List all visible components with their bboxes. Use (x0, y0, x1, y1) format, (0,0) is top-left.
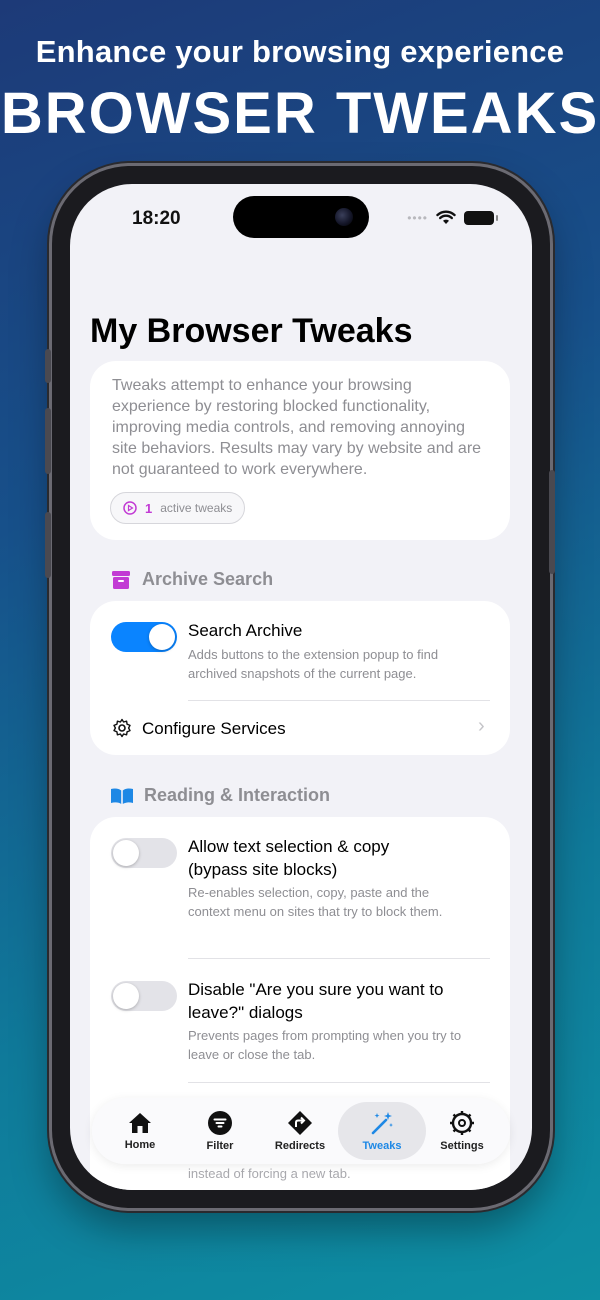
configure-services-row[interactable]: Configure Services › (90, 701, 510, 755)
tab-bar: Home Filter Redirects Tweaks Settings (92, 1098, 510, 1164)
chevron-right-icon: › (478, 715, 485, 737)
section-title-reading: Reading & Interaction (144, 785, 331, 805)
filter-icon (208, 1111, 232, 1135)
tab-filter[interactable]: Filter (178, 1098, 262, 1164)
page-title: My Browser Tweaks (90, 312, 413, 350)
leave-dialogs-toggle[interactable] (111, 981, 177, 1011)
next-item-partial-description: instead of forcing a new tab. (188, 1166, 351, 1181)
book-icon (111, 788, 133, 804)
active-tweaks-badge: 1 active tweaks (110, 492, 246, 524)
divider (188, 958, 490, 959)
tab-tweaks[interactable]: Tweaks (340, 1098, 424, 1164)
tab-home[interactable]: Home (98, 1098, 182, 1164)
phone-volume-down (45, 512, 51, 578)
redirect-arrow-icon (288, 1111, 312, 1135)
section-header-archive: Archive Search (110, 569, 273, 590)
house-icon (129, 1113, 151, 1133)
dynamic-island (233, 196, 369, 238)
text-selection-description: Re-enables selection, copy, paste and th… (188, 885, 443, 919)
tab-redirects[interactable]: Redirects (258, 1098, 342, 1164)
status-time: 18:20 (132, 208, 181, 229)
leave-dialogs-description: Prevents pages from prompting when you t… (188, 1028, 462, 1062)
cellular-icon: •••• (407, 210, 428, 225)
search-archive-toggle[interactable] (111, 622, 177, 652)
gear-icon (113, 718, 131, 738)
promo-hero-title: BROWSER TWEAKS (0, 81, 600, 146)
tab-label: Redirects (274, 1140, 326, 1152)
phone-action-button (45, 349, 51, 383)
tab-label: Tweaks (362, 1140, 402, 1152)
status-icons: •••• (407, 210, 498, 225)
toggle-knob (149, 624, 175, 650)
search-archive-title: Search Archive (188, 621, 303, 640)
tab-label: Filter (206, 1140, 234, 1152)
phone-power-button (549, 470, 555, 574)
tab-settings[interactable]: Settings (420, 1098, 504, 1164)
archive-box-icon (112, 570, 130, 589)
section-header-reading: Reading & Interaction (110, 785, 330, 806)
battery-icon (464, 210, 498, 225)
promo-headline: Enhance your browsing experience (35, 34, 565, 69)
magic-wand-icon (371, 1112, 393, 1135)
active-tweaks-count: 1 (145, 500, 153, 516)
intro-card: Tweaks attempt to enhance your browsing … (90, 361, 510, 540)
gear-icon (450, 1111, 474, 1135)
toggle-knob (113, 983, 139, 1009)
phone-volume-up (45, 408, 51, 474)
text-selection-toggle[interactable] (111, 838, 177, 868)
divider (188, 1082, 490, 1083)
toggle-knob (113, 840, 139, 866)
active-tweaks-icon (123, 501, 137, 515)
active-tweaks-label: active tweaks (160, 501, 233, 515)
search-archive-description: Adds buttons to the extension popup to f… (188, 647, 439, 681)
tab-label: Settings (440, 1140, 484, 1152)
configure-services-label: Configure Services (142, 719, 286, 738)
tab-label: Home (124, 1139, 156, 1151)
wifi-icon (436, 210, 456, 224)
leave-dialogs-title: Disable "Are you sure you want to leave?… (188, 980, 444, 1022)
intro-description: Tweaks attempt to enhance your browsing … (112, 377, 482, 478)
text-selection-title: Allow text selection & copy (bypass site… (188, 837, 390, 879)
phone-screen: 18:20 •••• My Browser Tweaks Tweaks atte… (70, 184, 532, 1190)
camera-icon (335, 208, 353, 226)
section-title-archive: Archive Search (142, 569, 274, 589)
archive-card: Search Archive Adds buttons to the exten… (90, 601, 510, 755)
